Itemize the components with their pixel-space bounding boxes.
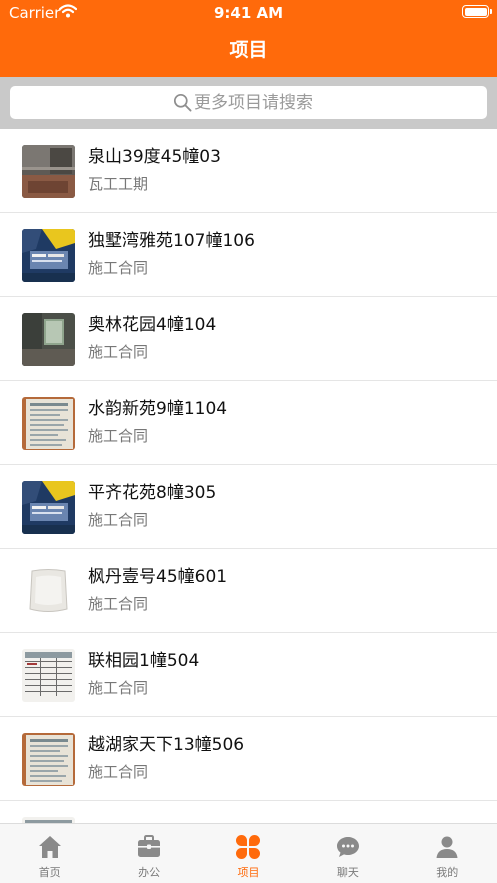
- tab-me[interactable]: 我的: [398, 824, 497, 883]
- project-list: 泉山39度45幢03 瓦工工期 独墅湾雅苑107幢106 施工合同 奥林花园4幢…: [0, 129, 497, 823]
- project-thumbnail: [22, 565, 75, 618]
- tab-label: 首页: [38, 866, 61, 879]
- project-row[interactable]: 独墅湾雅苑107幢106 施工合同: [0, 213, 497, 297]
- header-bar: Carrier 9:41 AM 项目: [0, 0, 497, 77]
- project-title: 平齐花苑8幢305: [88, 483, 217, 503]
- project-title: 独墅湾雅苑107幢106: [88, 231, 255, 251]
- tab-projects[interactable]: 项目: [199, 824, 298, 883]
- project-row[interactable]: 枫丹壹号45幢601 施工合同: [0, 549, 497, 633]
- project-subtitle: 施工合同: [88, 511, 149, 529]
- search-icon: [173, 93, 192, 112]
- project-subtitle: 施工合同: [88, 427, 149, 445]
- page-title: 项目: [229, 39, 268, 61]
- search-field[interactable]: [10, 86, 487, 119]
- project-subtitle: 施工合同: [88, 679, 149, 697]
- home-icon: [38, 836, 61, 858]
- project-subtitle: 施工合同: [88, 595, 149, 613]
- project-row[interactable]: [0, 801, 497, 823]
- project-thumbnail: [22, 145, 75, 198]
- project-row[interactable]: 奥林花园4幢104 施工合同: [0, 297, 497, 381]
- tab-office[interactable]: 办公: [99, 824, 198, 883]
- tab-label: 项目: [237, 866, 260, 879]
- battery-icon: [462, 5, 492, 18]
- tab-home[interactable]: 首页: [0, 824, 99, 883]
- project-subtitle: 施工合同: [88, 343, 149, 361]
- project-thumbnail: [22, 229, 75, 282]
- project-subtitle: 施工合同: [88, 763, 149, 781]
- status-bar: Carrier 9:41 AM: [0, 0, 497, 26]
- project-title: 奥林花园4幢104: [88, 315, 217, 335]
- four-petal-icon: [236, 835, 261, 859]
- status-time: 9:41 AM: [213, 4, 284, 22]
- tab-label: 办公: [138, 866, 161, 879]
- project-subtitle: 施工合同: [88, 259, 149, 277]
- project-row[interactable]: 平齐花苑8幢305 施工合同: [0, 465, 497, 549]
- briefcase-icon: [138, 835, 161, 857]
- project-thumbnail: [22, 481, 75, 534]
- search-input[interactable]: [194, 92, 324, 113]
- project-thumbnail: [22, 313, 75, 366]
- project-thumbnail: [22, 397, 75, 450]
- project-title: 泉山39度45幢03: [88, 147, 221, 167]
- project-title: 联相园1幢504: [88, 651, 200, 671]
- tab-bar: 首页 办公 项目 聊天 我的: [0, 823, 497, 883]
- project-thumbnail: [22, 649, 75, 702]
- project-subtitle: 瓦工工期: [88, 175, 149, 193]
- project-row[interactable]: 泉山39度45幢03 瓦工工期: [0, 129, 497, 213]
- project-thumbnail: [22, 733, 75, 786]
- project-title: 越湖家天下13幢506: [88, 735, 245, 755]
- person-icon: [436, 836, 458, 858]
- tab-chat[interactable]: 聊天: [298, 824, 397, 883]
- tab-label: 我的: [436, 866, 459, 879]
- chat-bubble-icon: [336, 837, 359, 857]
- project-row[interactable]: 水韵新苑9幢1104 施工合同: [0, 381, 497, 465]
- search-bar: [0, 77, 497, 129]
- tab-label: 聊天: [336, 866, 359, 879]
- project-row[interactable]: 联相园1幢504 施工合同: [0, 633, 497, 717]
- app-screen: Carrier 9:41 AM 项目 更多项目请搜索 泉山39度45幢03 瓦工…: [0, 0, 497, 883]
- project-title: 枫丹壹号45幢601: [88, 567, 228, 587]
- project-title: 水韵新苑9幢1104: [88, 399, 228, 419]
- project-row[interactable]: 越湖家天下13幢506 施工合同: [0, 717, 497, 801]
